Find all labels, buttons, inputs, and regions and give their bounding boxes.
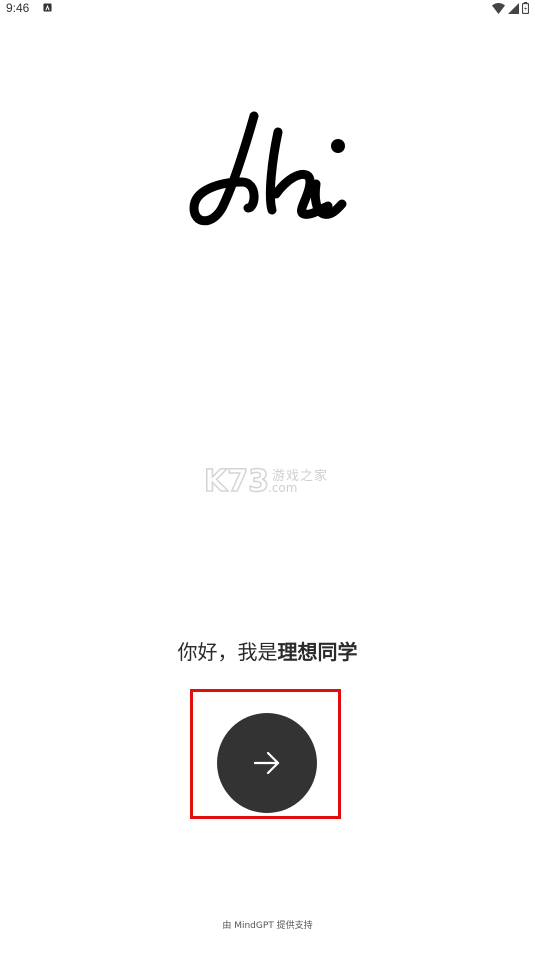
status-bar: 9:46 [0,0,535,18]
greeting-text: 你好，我是理想同学 [0,636,535,665]
signal-icon [508,2,519,14]
arrow-right-icon [253,751,280,775]
assistant-name: 理想同学 [277,640,358,664]
watermark-brand: K73 [204,464,269,499]
battery-icon [522,2,529,14]
powered-by-footer: 由 MindGPT 提供支持 [222,921,313,931]
watermark-domain: .com [268,481,298,495]
greeting-prefix: 你好，我是 [177,640,278,664]
status-time: 9:46 [6,1,30,15]
status-icons [492,2,529,14]
hi-logo [189,111,347,226]
wifi-icon [492,2,505,14]
next-button[interactable] [217,713,317,813]
notification-icon [43,3,52,12]
